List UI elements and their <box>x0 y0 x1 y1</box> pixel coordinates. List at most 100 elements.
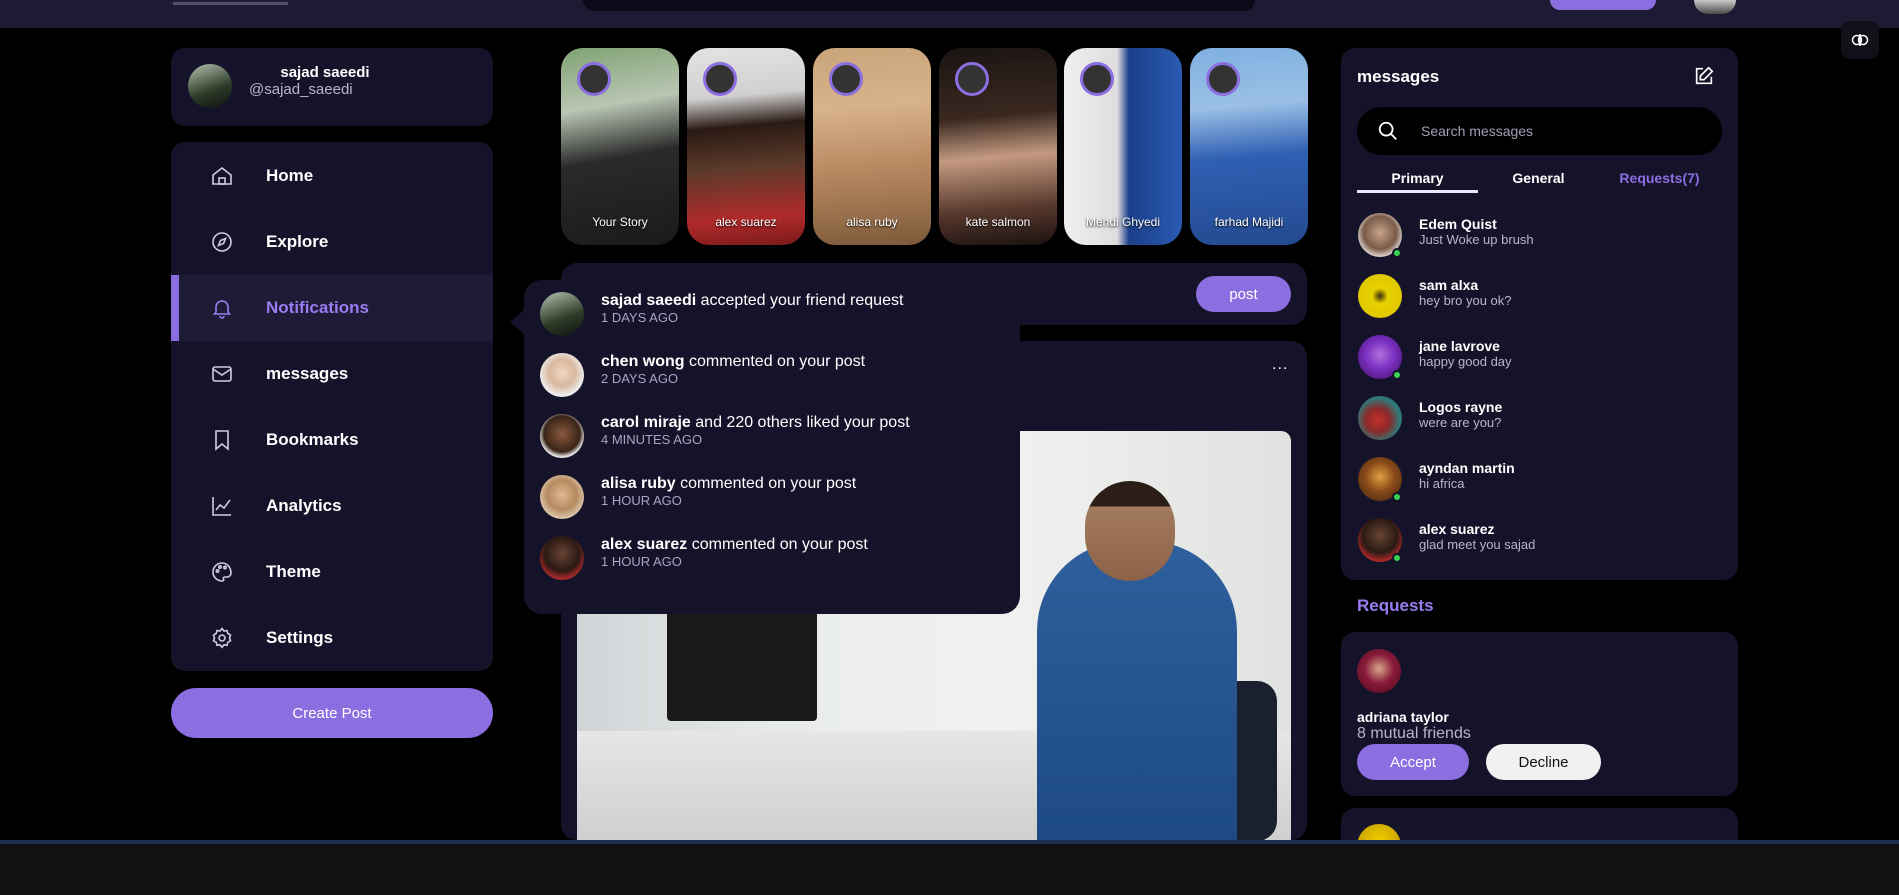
story-avatar <box>1206 62 1240 96</box>
notification-action: and 220 others liked your post <box>690 414 910 431</box>
story-card[interactable]: alex suarez <box>687 48 805 245</box>
message-item[interactable]: jane lavrove happy good day <box>1357 335 1717 383</box>
accept-button[interactable]: Accept <box>1357 744 1469 780</box>
post-image-monitor <box>667 611 817 721</box>
active-indicator <box>171 275 179 341</box>
top-navbar <box>0 0 1899 28</box>
story-name: Mehdi Ghyedi <box>1085 215 1161 229</box>
avatar <box>1358 274 1402 318</box>
avatar <box>188 64 232 108</box>
requests-heading: Requests <box>1357 596 1434 615</box>
notification-time: 4 MINUTES AGO <box>601 432 703 447</box>
sidebar-item-label: Explore <box>266 232 329 251</box>
message-sender: Logos rayne <box>1419 399 1503 415</box>
avatar <box>540 414 584 458</box>
sidebar-item-label: Settings <box>266 628 334 647</box>
request-name: adriana taylor <box>1357 709 1449 725</box>
story-card[interactable]: alisa ruby <box>813 48 931 245</box>
story-card[interactable]: Mehdi Ghyedi <box>1064 48 1182 245</box>
message-preview: Just Woke up brush <box>1419 232 1534 247</box>
sidebar-nav: Home Explore Notifications messages Book… <box>171 142 493 671</box>
notification-action: accepted your friend request <box>696 292 904 309</box>
profile-card[interactable]: sajad saeedi @sajad_saeedi <box>171 48 493 126</box>
sidebar-item-label: Analytics <box>266 496 342 515</box>
bookmark-icon <box>209 427 235 453</box>
story-avatar <box>703 62 737 96</box>
search-icon <box>1378 121 1397 140</box>
post-image-person <box>1037 541 1237 840</box>
sidebar-item-home[interactable]: Home <box>171 143 493 209</box>
post-menu-button[interactable]: ... <box>1272 356 1288 374</box>
sidebar-item-theme[interactable]: Theme <box>171 539 493 605</box>
sidebar-item-explore[interactable]: Explore <box>171 209 493 275</box>
message-preview: glad meet you sajad <box>1419 537 1536 552</box>
story-avatar <box>955 62 989 96</box>
notification-item[interactable]: alex suarez commented on your post 1 HOU… <box>540 534 1010 584</box>
message-preview: were are you? <box>1419 415 1502 430</box>
translate-extension-button[interactable] <box>1841 21 1879 59</box>
notification-time: 1 HOUR AGO <box>601 554 682 569</box>
avatar <box>540 475 584 519</box>
sidebar-item-label: Theme <box>266 562 321 581</box>
search-input[interactable] <box>1421 121 1701 141</box>
story-avatar <box>577 62 611 96</box>
envelope-icon <box>209 361 235 387</box>
online-indicator <box>1392 492 1402 502</box>
message-sender: ayndan martin <box>1419 460 1515 476</box>
tab-requests[interactable]: Requests(7) <box>1599 170 1720 186</box>
top-profile-avatar[interactable] <box>1694 0 1736 14</box>
notification-time: 2 DAYS AGO <box>601 371 679 386</box>
notification-action: commented on your post <box>684 353 866 370</box>
notification-user: carol miraje <box>601 414 691 431</box>
sidebar-item-settings[interactable]: Settings <box>171 605 493 671</box>
story-name: kate salmon <box>965 215 1031 229</box>
message-item[interactable]: alex suarez glad meet you sajad <box>1357 518 1717 566</box>
sidebar-item-label: Notifications <box>266 298 369 317</box>
story-avatar <box>1080 62 1114 96</box>
tab-primary[interactable]: Primary <box>1357 170 1478 193</box>
message-item[interactable]: ayndan martin hi africa <box>1357 457 1717 505</box>
bell-icon <box>209 295 235 321</box>
home-icon <box>209 163 235 189</box>
notification-item[interactable]: alisa ruby commented on your post 1 HOUR… <box>540 473 1010 523</box>
notification-text: chen wong commented on your post <box>601 353 865 371</box>
message-item[interactable]: Logos rayne were are you? <box>1357 396 1717 444</box>
sidebar-item-messages[interactable]: messages <box>171 341 493 407</box>
tab-general[interactable]: General <box>1478 170 1599 186</box>
message-item[interactable]: sam alxa hey bro you ok? <box>1357 274 1717 322</box>
sidebar-item-analytics[interactable]: Analytics <box>171 473 493 539</box>
message-preview: happy good day <box>1419 354 1512 369</box>
popover-tail <box>510 308 526 336</box>
gear-icon <box>209 625 235 651</box>
messages-title: messages <box>1357 67 1440 86</box>
online-indicator <box>1392 370 1402 380</box>
story-card[interactable]: farhad Majidi <box>1190 48 1308 245</box>
story-card[interactable]: Your Story <box>561 48 679 245</box>
notification-item[interactable]: sajad saeedi accepted your friend reques… <box>540 290 1010 340</box>
post-button[interactable]: post <box>1196 276 1291 312</box>
notification-item[interactable]: carol miraje and 220 others liked your p… <box>540 412 1010 462</box>
post-image-head <box>1085 481 1175 581</box>
chart-line-icon <box>209 493 235 519</box>
online-indicator <box>1392 553 1402 563</box>
top-create-button[interactable] <box>1550 0 1656 10</box>
avatar <box>1357 649 1401 693</box>
compose-icon[interactable] <box>1693 65 1715 87</box>
profile-handle: @sajad_saeedi <box>249 81 353 98</box>
notifications-popover: sajad saeedi accepted your friend reques… <box>510 280 1020 614</box>
notification-user: chen wong <box>601 353 685 370</box>
sidebar-item-notifications[interactable]: Notifications <box>171 275 493 341</box>
top-search-bar[interactable] <box>583 0 1255 11</box>
create-post-button[interactable]: Create Post <box>171 688 493 738</box>
compass-icon <box>209 229 235 255</box>
app-logo[interactable] <box>173 0 288 5</box>
sidebar-item-bookmarks[interactable]: Bookmarks <box>171 407 493 473</box>
story-card[interactable]: kate salmon <box>939 48 1057 245</box>
message-sender: Edem Quist <box>1419 216 1497 232</box>
notification-text: alisa ruby commented on your post <box>601 475 856 493</box>
notification-action: commented on your post <box>675 475 857 492</box>
notification-item[interactable]: chen wong commented on your post 2 DAYS … <box>540 351 1010 401</box>
message-preview: hi africa <box>1419 476 1465 491</box>
decline-button[interactable]: Decline <box>1486 744 1601 780</box>
message-item[interactable]: Edem Quist Just Woke up brush <box>1357 213 1717 261</box>
